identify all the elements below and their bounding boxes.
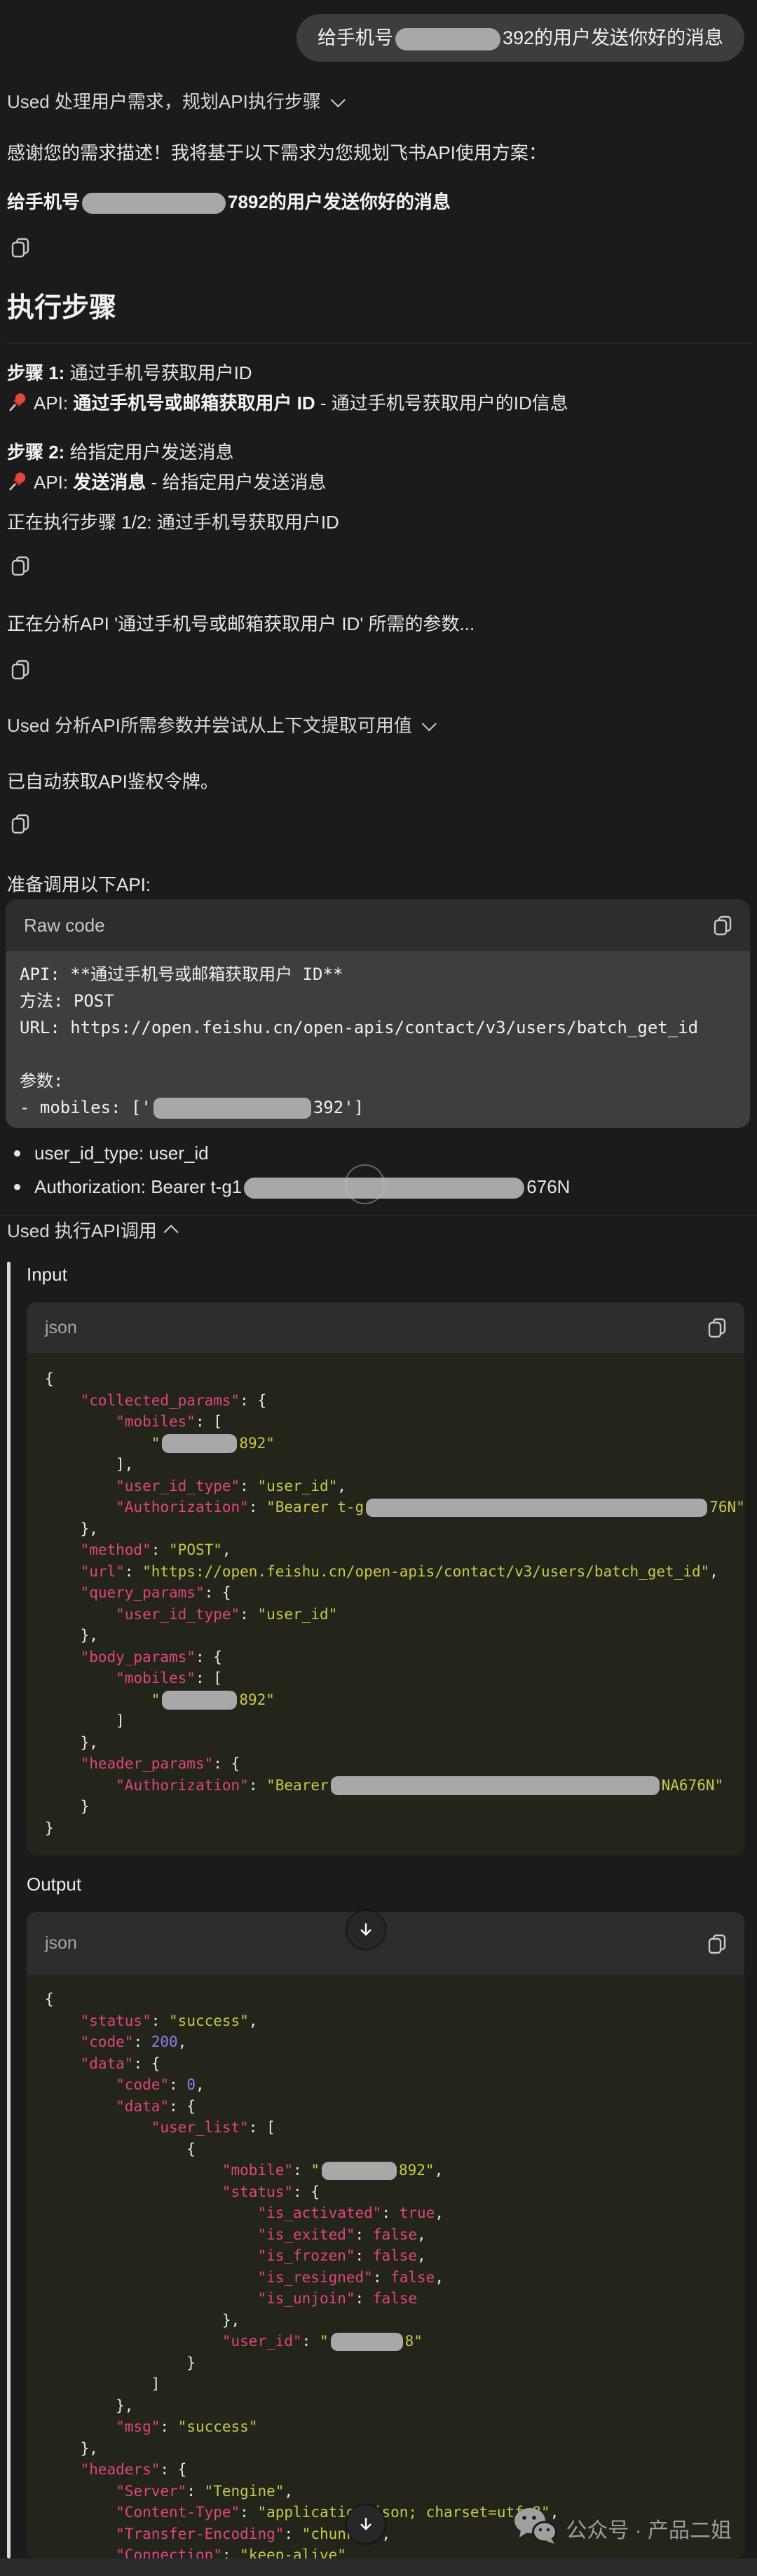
token-text: 已自动获取API鉴权令牌。	[7, 770, 219, 793]
watermark: 公众号 · 产品二姐	[512, 2507, 732, 2550]
raw-code-block: Raw code API: **通过手机号或邮箱获取用户 ID**方法: POS…	[6, 899, 750, 1128]
analyzing-text: 正在分析API '通过手机号或邮箱获取用户 ID' 所需的参数...	[7, 612, 475, 636]
input-json-body: { "collected_params": { "mobiles": [ "89…	[27, 1353, 744, 1855]
param-bullet-user-id-type: user_id_type: user_id	[10, 1139, 209, 1167]
intro-text: 感谢您的需求描述！我将基于以下需求为您规划飞书API使用方案：	[7, 141, 547, 165]
output-json-body: { "status": "success", "code": 200, "dat…	[27, 1975, 744, 2560]
chevron-up-icon	[163, 1225, 178, 1239]
chat-screen: 给手机号392的用户发送你好的消息 Used 处理用户需求，规划API执行步骤 …	[0, 0, 757, 2576]
tool-execute-api[interactable]: Used 执行API调用	[7, 1219, 177, 1243]
tool-analyze-params-label: Used 分析API所需参数并尝试从上下文提取可用值	[7, 714, 412, 737]
json-lang-label: json	[45, 1318, 77, 1338]
scroll-down-button[interactable]	[346, 2505, 386, 2544]
input-json-block: json { "collected_params": { "mobiles": …	[27, 1302, 744, 1855]
copy-icon[interactable]	[705, 1316, 729, 1340]
output-label: Output	[27, 1872, 81, 1896]
step-2-title: 步骤 2: 给指定用户发送消息	[7, 440, 234, 464]
step-2-api-line: API: 发送消息 - 给指定用户发送消息	[7, 470, 327, 494]
blur-artifact	[345, 1164, 385, 1204]
param-bullet-authorization: Authorization: Bearer t-g1676N	[10, 1173, 570, 1201]
wechat-icon	[512, 2507, 557, 2550]
tool-analyze-params[interactable]: Used 分析API所需参数并尝试从上下文提取可用值	[7, 714, 432, 737]
tool-execute-api-label: Used 执行API调用	[7, 1219, 157, 1243]
steps-heading: 执行步骤	[7, 290, 116, 327]
scroll-down-button[interactable]	[346, 1910, 386, 1949]
bullet-dot	[14, 1184, 20, 1190]
input-label: Input	[27, 1262, 67, 1286]
pushpin-icon	[7, 471, 28, 492]
bottom-bar	[0, 2558, 757, 2576]
tool-step-plan[interactable]: Used 处理用户需求，规划API执行步骤	[7, 90, 341, 114]
pushpin-icon	[7, 392, 28, 413]
copy-icon[interactable]	[705, 1932, 729, 1956]
raw-code-label: Raw code	[24, 915, 105, 936]
copy-icon[interactable]	[8, 812, 32, 836]
prepare-text: 准备调用以下API:	[7, 873, 151, 897]
raw-code-body: API: **通过手机号或邮箱获取用户 ID**方法: POSTURL: htt…	[6, 951, 750, 1128]
progress-text: 正在执行步骤 1/2: 通过手机号获取用户ID	[7, 510, 339, 534]
copy-icon[interactable]	[8, 554, 32, 578]
json-lang-label: json	[45, 1933, 77, 1954]
copy-icon[interactable]	[8, 236, 32, 259]
copy-icon[interactable]	[711, 913, 735, 937]
bullet-dot	[14, 1150, 20, 1157]
input-json-header: json	[27, 1302, 744, 1353]
requirement-text: 给手机号7892的用户发送你好的消息	[7, 190, 451, 214]
output-json-header: json	[27, 1912, 744, 1975]
step-1-api-line: API: 通过手机号或邮箱获取用户 ID - 通过手机号获取用户的ID信息	[7, 391, 568, 415]
section-divider	[0, 1215, 757, 1216]
chevron-down-icon	[331, 93, 346, 107]
indent-guide	[7, 1262, 11, 2558]
step-1-title: 步骤 1: 通过手机号获取用户ID	[7, 361, 252, 385]
user-message-bubble: 给手机号392的用户发送你好的消息	[296, 14, 744, 62]
copy-icon[interactable]	[8, 657, 32, 681]
raw-code-header: Raw code	[6, 899, 750, 951]
output-json-block: json { "status": "success", "code": 200,…	[27, 1912, 744, 2560]
tool-step-plan-label: Used 处理用户需求，规划API执行步骤	[7, 90, 321, 114]
chevron-down-icon	[422, 716, 437, 731]
watermark-text: 公众号 · 产品二姐	[566, 2513, 732, 2544]
